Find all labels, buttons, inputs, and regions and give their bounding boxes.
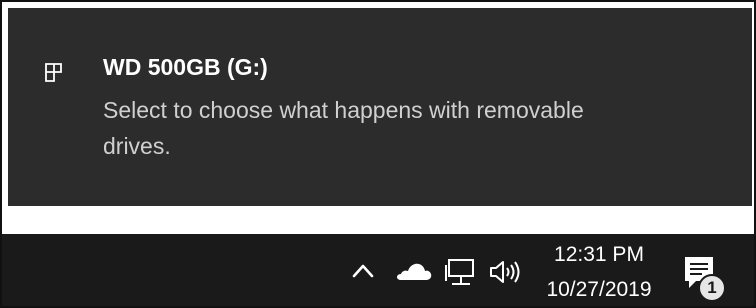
notification-title: WD 500GB (G:) xyxy=(103,54,268,80)
removable-drive-icon xyxy=(45,63,62,82)
notification-count-badge: 1 xyxy=(698,274,726,302)
taskbar: 12:31 PM 10/27/2019 1 xyxy=(0,234,756,308)
clock-date: 10/27/2019 xyxy=(546,278,652,301)
notification-body: Select to choose what happens with remov… xyxy=(103,97,584,159)
chevron-up-icon[interactable] xyxy=(350,260,376,282)
volume-icon[interactable] xyxy=(488,258,522,286)
clock-time: 12:31 PM xyxy=(554,243,644,266)
onedrive-cloud-icon[interactable] xyxy=(393,260,433,282)
taskbar-clock[interactable]: 12:31 PM 10/27/2019 xyxy=(531,234,667,308)
network-icon[interactable] xyxy=(443,257,479,287)
drive-notification-toast[interactable]: WD 500GB (G:) Select to choose what happ… xyxy=(8,8,752,206)
